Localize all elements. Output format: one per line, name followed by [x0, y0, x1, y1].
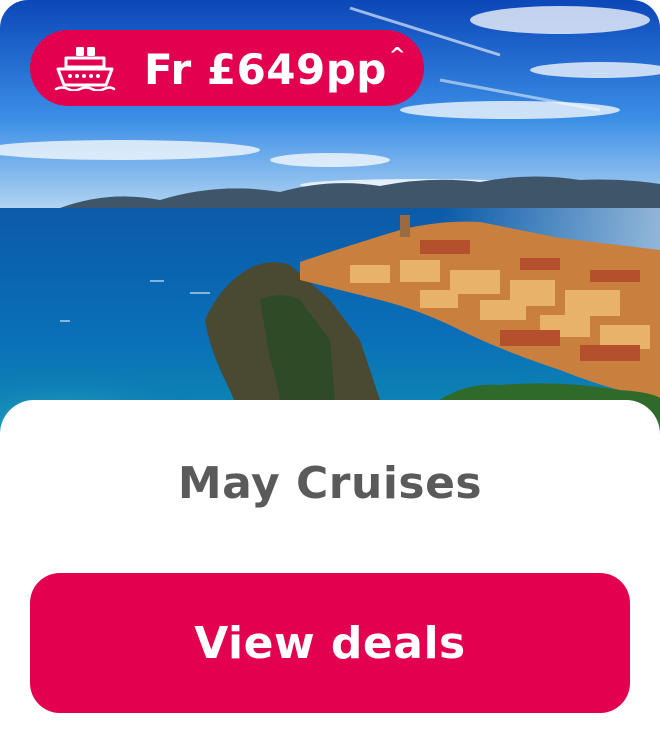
card-title: May Cruises: [177, 458, 483, 509]
price-label: Fr £649pp ^: [144, 42, 407, 94]
view-deals-button[interactable]: View deals: [30, 573, 630, 713]
price-footnote-mark: ^: [388, 42, 407, 67]
cruise-ship-icon: [54, 47, 116, 91]
price-badge: Fr £649pp ^: [30, 30, 424, 106]
card-content-panel: May Cruises View deals: [0, 400, 660, 743]
deal-card[interactable]: Fr £649pp ^ May Cruises View deals: [0, 0, 660, 743]
